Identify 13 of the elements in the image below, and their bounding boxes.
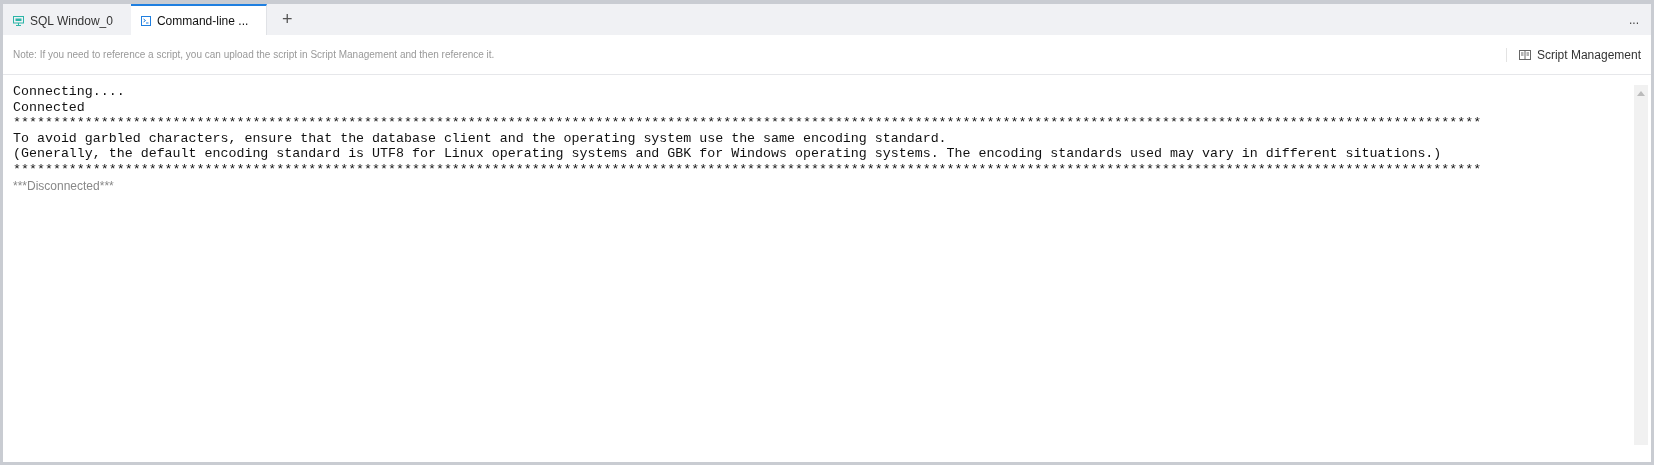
tab[interactable]: SQL Window_0 <box>3 4 131 35</box>
note-text: Note: If you need to reference a script, you can upload the script in Script Management and then reference it. <box>13 49 496 60</box>
more-button[interactable]: ... <box>1617 4 1651 35</box>
add-tab-button[interactable]: + <box>267 4 308 35</box>
console-line: Connecting.... <box>13 84 126 100</box>
console-line: **************************************************************************************************************************************************************************************** <box>13 115 1483 131</box>
console-line: To avoid garbled characters, ensure that the database client and the operating system use the same encoding standard. <box>13 130 948 146</box>
script-management-button[interactable]: Script Management <box>1518 47 1641 62</box>
console-line: Connected <box>13 99 86 115</box>
console-line: **************************************************************************************************************************************************************************************** <box>13 161 1483 177</box>
tab[interactable]: Command-line ... <box>130 4 268 35</box>
status-line: ***Disconnected*** <box>13 178 115 195</box>
console-line: (Generally, the default encoding standard is UTF8 for Linux operating systems and GBK for Windows operating systems. The encoding standards used may vary in different situations.) <box>13 146 1443 162</box>
